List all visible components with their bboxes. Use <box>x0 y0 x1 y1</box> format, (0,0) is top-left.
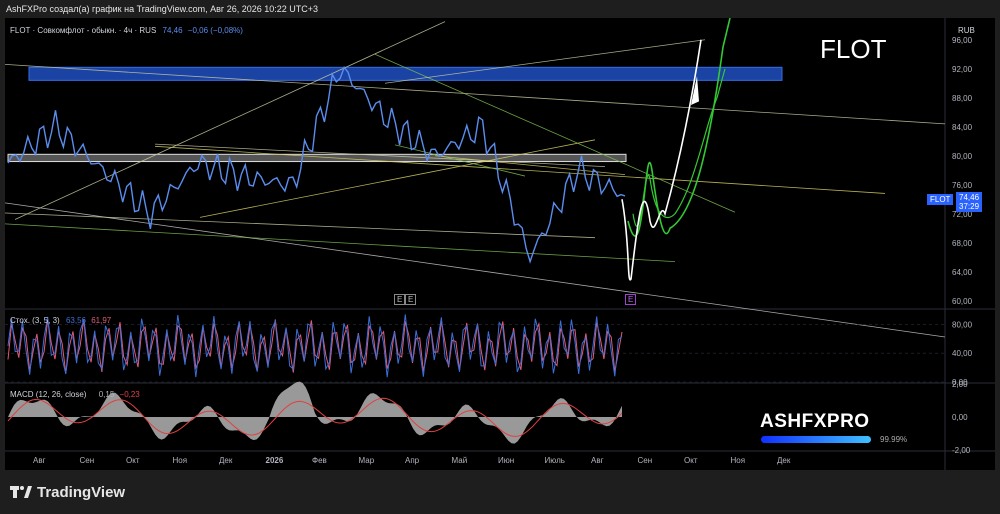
ashfxpro-progress-fill <box>761 436 871 443</box>
price-tick-label: 60,00 <box>952 297 973 306</box>
symbol-description: FLOT · Совкомфлот - обыкн. · 4ч · RUS <box>10 26 157 35</box>
symbol-watermark: FLOT <box>820 34 887 64</box>
footer <box>0 470 1000 514</box>
legend-price: 74,46 <box>162 26 183 35</box>
macd-hist-value: 0,15 <box>98 390 115 399</box>
price-tick-label: 96,00 <box>952 36 973 45</box>
trend-line[interactable] <box>199 139 596 218</box>
main-legend: FLOT · Совкомфлот - обыкн. · 4ч · RUS 74… <box>10 26 243 35</box>
trend-line[interactable] <box>154 145 886 194</box>
stoch-name: Стох. (3, 5, 3) <box>10 316 60 325</box>
time-axis-label: Фев <box>312 456 327 465</box>
price-tick-label: 88,00 <box>952 94 973 103</box>
time-axis-label: Дек <box>219 456 233 465</box>
time-axis-label: Окт <box>684 456 698 465</box>
time-axis-label: 2026 <box>266 456 284 465</box>
time-axis-label: Май <box>452 456 468 465</box>
stoch-k-value: 63,56 <box>65 316 86 325</box>
event-marker[interactable]: E <box>625 294 637 305</box>
stoch-tick-label: 40,00 <box>952 349 973 358</box>
event-marker[interactable]: E <box>405 294 417 305</box>
time-axis-label: Сен <box>638 456 653 465</box>
currency-label[interactable]: RUB <box>958 26 975 35</box>
macd-name: MACD (12, 26, close) <box>10 390 87 399</box>
chart-canvas[interactable]: 96,0092,0088,0084,0080,0076,0072,0068,00… <box>5 18 995 470</box>
ashfxpro-progress-label: 99.99% <box>880 435 908 444</box>
price-tick-label: 92,00 <box>952 65 973 74</box>
resistance-zone[interactable] <box>28 66 783 81</box>
time-axis-label: Авг <box>591 456 604 465</box>
time-axis-label: Июн <box>498 456 514 465</box>
price-tick-label: 68,00 <box>952 239 973 248</box>
ashfxpro-logo: ASHFXPRO <box>760 411 870 432</box>
tradingview-logo[interactable]: TradingView <box>10 484 125 501</box>
price-tag-value: 74,46 <box>959 193 980 202</box>
tradingview-wordmark: TradingView <box>37 484 126 501</box>
legend-change: −0,06 (−0,08%) <box>187 26 243 35</box>
stoch-tick-label: 80,00 <box>952 320 973 329</box>
time-axis-label: Дек <box>777 456 791 465</box>
time-axis-label: Июль <box>545 456 565 465</box>
time-axis-label: Ноя <box>731 456 746 465</box>
time-axis-label: Окт <box>126 456 140 465</box>
support-zone[interactable] <box>7 153 627 163</box>
price-tick-label: 80,00 <box>952 152 973 161</box>
price-tick-label: 64,00 <box>952 268 973 277</box>
attribution-text: AshFXPro создал(а) график на TradingView… <box>6 4 319 14</box>
projection-green-path[interactable] <box>632 68 726 227</box>
time-axis-label: Ноя <box>173 456 188 465</box>
price-line <box>7 65 626 264</box>
macd-legend: MACD (12, 26, close) 0,15 −0,23 <box>10 390 140 399</box>
trend-line[interactable] <box>5 212 596 239</box>
time-axis-label: Авг <box>33 456 46 465</box>
price-tick-label: 84,00 <box>952 123 973 132</box>
tradingview-icon <box>10 486 32 498</box>
time-axis-label: Сен <box>80 456 95 465</box>
trend-line[interactable] <box>5 223 676 262</box>
price-tag: 74,46 37:29 <box>956 192 983 212</box>
event-marker[interactable]: E <box>394 294 406 305</box>
trend-line[interactable] <box>5 202 946 338</box>
price-tag-countdown: 37:29 <box>959 202 980 211</box>
macd-tick-label: 0,00 <box>952 413 968 422</box>
chart-area[interactable]: 96,00 92,00 88,00 84,00 80,00 76,00 72,00 68,00… <box>5 18 995 470</box>
macd-tick-label: 2,00 <box>952 380 968 389</box>
stoch-d-value: 61,97 <box>91 316 112 325</box>
stoch-legend: Стох. (3, 5, 3) 63,56 61,97 <box>10 316 111 325</box>
time-axis-label: Мар <box>359 456 375 465</box>
price-tick-label: 76,00 <box>952 181 973 190</box>
macd-tick-label: -2,00 <box>952 446 971 455</box>
time-axis-label: Апр <box>405 456 420 465</box>
trend-line[interactable] <box>14 21 446 220</box>
price-tag-symbol: FLOT <box>927 194 954 205</box>
ashfxpro-progress-track <box>761 436 871 443</box>
attribution-header: AshFXPro создал(а) график на TradingView… <box>0 0 1000 18</box>
macd-signal-value: −0,23 <box>119 390 140 399</box>
